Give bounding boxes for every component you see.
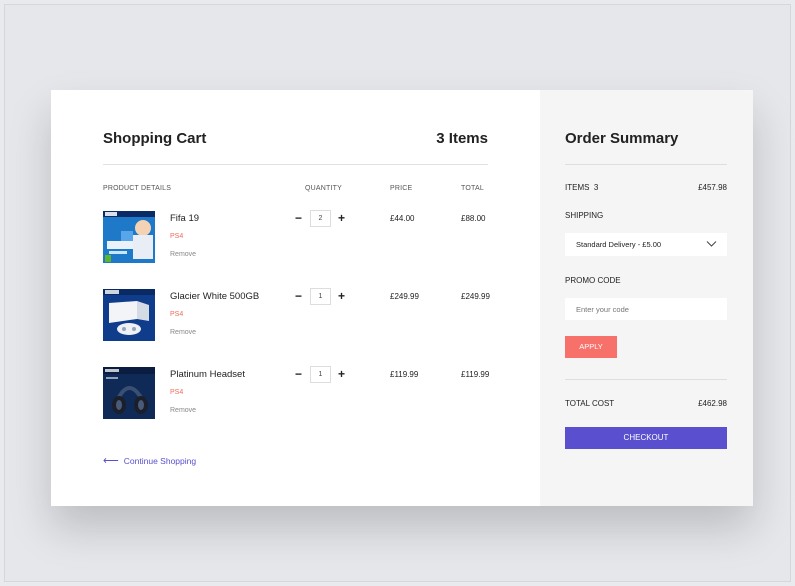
- arrow-left-icon: ⟵: [103, 455, 119, 467]
- cart-panel: Shopping Cart 3 Items PRODUCT DETAILS QU…: [51, 90, 540, 506]
- continue-shopping-link[interactable]: ⟵ Continue Shopping: [103, 454, 196, 467]
- product-name: Glacier White 500GB: [170, 291, 260, 302]
- item-price: £249.99: [390, 292, 419, 301]
- increase-quantity-button[interactable]: +: [338, 290, 345, 302]
- chevron-down-icon: [706, 241, 717, 247]
- total-cost-value: £462.98: [698, 399, 727, 408]
- shopping-cart-card: Shopping Cart 3 Items PRODUCT DETAILS QU…: [51, 90, 753, 506]
- product-platform: PS4: [170, 233, 184, 240]
- item-total: £88.00: [461, 214, 486, 223]
- items-label: ITEMS 3: [565, 183, 599, 192]
- continue-shopping-label: Continue Shopping: [123, 456, 197, 466]
- remove-link[interactable]: Remove: [170, 329, 196, 336]
- product-platform: PS4: [170, 311, 184, 318]
- total-cost-label: TOTAL COST: [565, 399, 615, 408]
- remove-link[interactable]: Remove: [170, 251, 196, 258]
- shipping-selected-value: Standard Delivery - £5.00: [576, 240, 662, 249]
- summary-divider: [565, 164, 727, 165]
- product-name: Fifa 19: [170, 213, 200, 224]
- order-summary-panel: Order Summary ITEMS 3 £457.98 SHIPPING S…: [540, 90, 753, 506]
- platinum-headset-image: [103, 367, 155, 419]
- quantity-input[interactable]: 2: [310, 210, 331, 227]
- fifa-19-cover-image: [103, 211, 155, 263]
- column-total: TOTAL: [461, 185, 484, 192]
- remove-link[interactable]: Remove: [170, 407, 196, 414]
- increase-quantity-button[interactable]: +: [338, 212, 345, 224]
- column-product-details: PRODUCT DETAILS: [103, 185, 172, 192]
- shipping-select[interactable]: Standard Delivery - £5.00: [565, 233, 727, 256]
- shipping-label: SHIPPING: [565, 211, 604, 220]
- decrease-quantity-button[interactable]: −: [295, 368, 302, 380]
- order-summary-title: Order Summary: [565, 130, 679, 147]
- column-quantity: QUANTITY: [305, 185, 342, 192]
- decrease-quantity-button[interactable]: −: [295, 212, 302, 224]
- ps4-glacier-white-image: [103, 289, 155, 341]
- product-name: Platinum Headset: [170, 369, 245, 380]
- cart-item-count: 3 Items: [436, 130, 488, 147]
- apply-button[interactable]: APPLY: [565, 336, 617, 358]
- column-price: PRICE: [390, 185, 413, 192]
- cart-title: Shopping Cart: [103, 130, 207, 147]
- items-count: 3: [593, 183, 599, 192]
- item-price: £44.00: [390, 214, 415, 223]
- item-total: £119.99: [461, 370, 490, 379]
- promo-code-label: PROMO CODE: [565, 276, 621, 285]
- checkout-button[interactable]: CHECKOUT: [565, 427, 727, 449]
- item-price: £119.99: [390, 370, 419, 379]
- promo-code-input[interactable]: [565, 298, 727, 320]
- quantity-input[interactable]: 1: [310, 288, 331, 305]
- summary-divider: [565, 379, 727, 380]
- product-platform: PS4: [170, 389, 184, 396]
- item-total: £249.99: [461, 292, 490, 301]
- decrease-quantity-button[interactable]: −: [295, 290, 302, 302]
- increase-quantity-button[interactable]: +: [338, 368, 345, 380]
- items-subtotal: £457.98: [698, 183, 727, 192]
- cart-divider: [103, 164, 488, 165]
- quantity-input[interactable]: 1: [310, 366, 331, 383]
